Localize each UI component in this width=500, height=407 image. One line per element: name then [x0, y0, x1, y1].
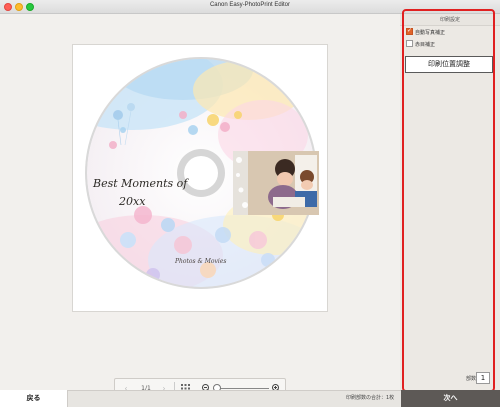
disc-title-line1[interactable]: Best Moments of [92, 177, 189, 190]
disc-center-hole [184, 156, 218, 190]
disc-label-artwork: Best Moments of 20xx Photos & Movies [85, 57, 319, 289]
disc-canvas[interactable]: Best Moments of 20xx Photos & Movies [72, 44, 328, 312]
next-button[interactable]: 次へ [401, 390, 500, 407]
disc-title-line2[interactable]: 20xx [118, 195, 146, 208]
red-eye-fix-checkbox[interactable] [406, 40, 413, 47]
total-copies-text: 印刷部数の合計：1枚 [346, 395, 395, 401]
auto-photo-fix-label: 自動写真補正 [415, 30, 446, 36]
auto-photo-fix-checkbox[interactable] [406, 27, 413, 35]
red-eye-fix-label: 赤目補正 [415, 42, 436, 48]
panel-header: 印刷設定 [400, 14, 500, 26]
disc-subtitle[interactable]: Photos & Movies [174, 258, 226, 265]
auto-photo-fix-option[interactable]: 自動写真補正 [406, 27, 446, 37]
window-title: Canon Easy-PhotoPrint Editor [209, 2, 291, 8]
preview-workspace: Best Moments of 20xx Photos & Movies ‹ 1… [0, 14, 400, 398]
red-eye-fix-option[interactable]: 赤目補正 [406, 40, 436, 49]
back-button[interactable]: 戻る [0, 390, 68, 407]
photo-frame[interactable] [233, 151, 319, 215]
copies-input[interactable]: 1 [476, 372, 490, 384]
print-position-adjust-button[interactable]: 印刷位置調整 [405, 56, 493, 73]
copies-label: 部数 [466, 376, 477, 382]
title-bar: Canon Easy-PhotoPrint Editor [0, 0, 500, 14]
